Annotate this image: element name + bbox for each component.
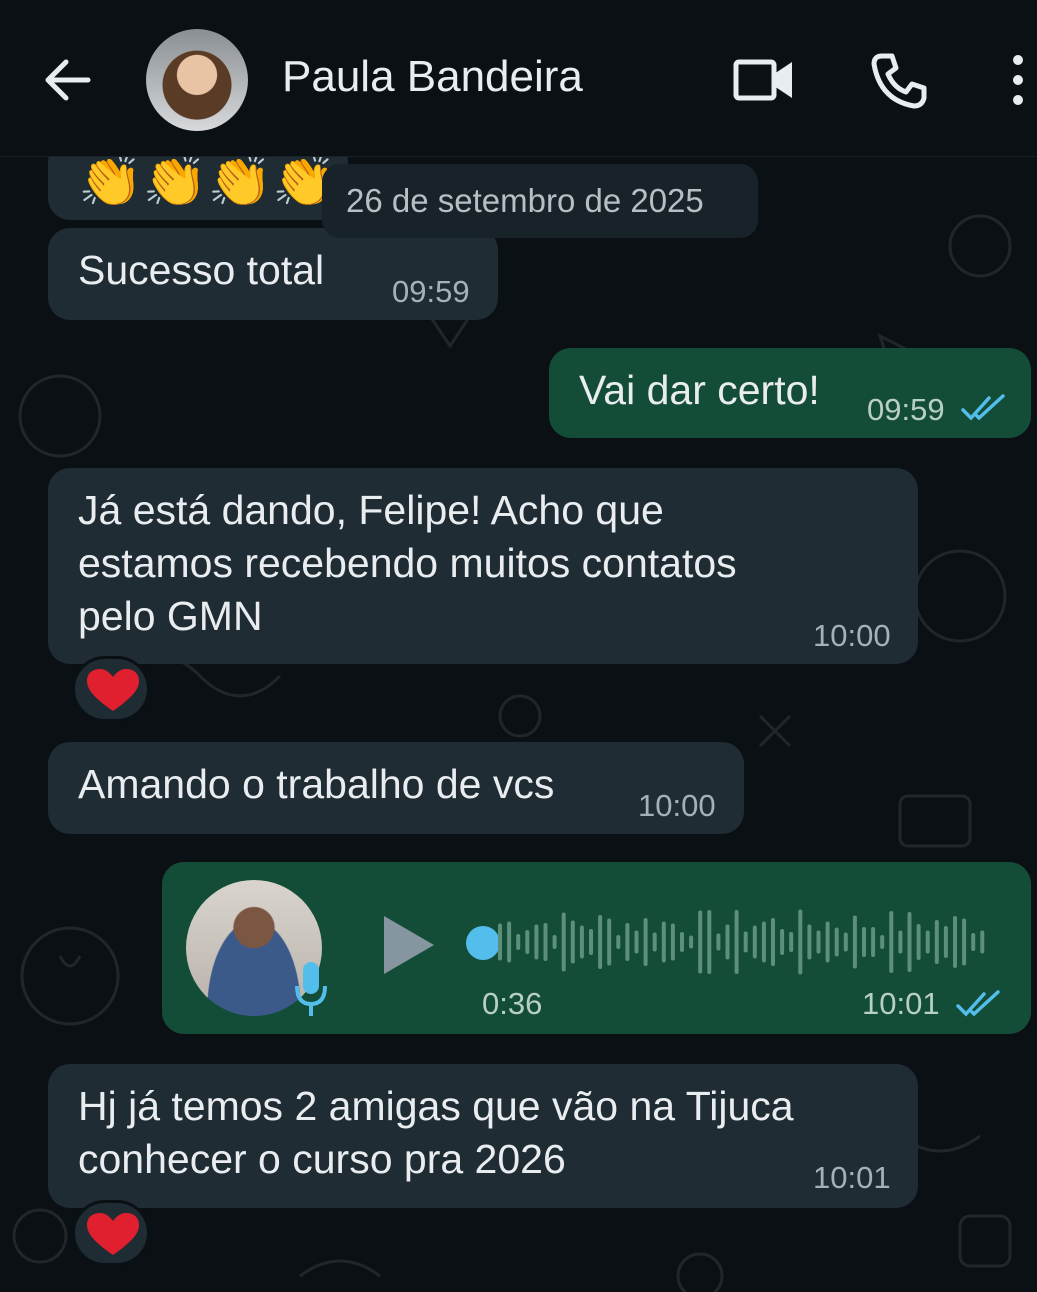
voice-message-bubble[interactable]: 0:36 10:01 — [162, 862, 1031, 1034]
play-icon[interactable] — [380, 912, 438, 978]
read-ticks-icon — [956, 990, 1000, 1017]
chat-header: Paula Bandeira — [0, 0, 1037, 157]
message-time: 10:00 — [813, 618, 891, 653]
date-divider: 26 de setembro de 2025 — [322, 164, 758, 238]
message-text-line: Já está dando, Felipe! Acho que — [78, 487, 664, 533]
video-call-icon[interactable] — [730, 50, 796, 110]
message-time: 10:01 — [813, 1160, 891, 1195]
audio-waveform[interactable] — [496, 906, 996, 978]
message-time: 09:59 — [867, 392, 945, 427]
message-text-line: estamos recebendo muitos contatos — [78, 540, 737, 586]
message-bubble[interactable]: Já está dando, Felipe! Acho que estamos … — [48, 468, 918, 664]
back-arrow-icon[interactable] — [40, 52, 96, 108]
read-ticks-icon — [961, 394, 1005, 421]
message-text: Vai dar certo! — [579, 367, 820, 413]
message-text-line: pelo GMN — [78, 593, 263, 639]
message-bubble[interactable]: Amando o trabalho de vcs 10:00 — [48, 742, 744, 834]
date-divider-label: 26 de setembro de 2025 — [346, 182, 704, 219]
contact-name[interactable]: Paula Bandeira — [282, 52, 583, 102]
message-text-line: Hj já temos 2 amigas que vão na Tijuca — [78, 1083, 794, 1129]
reaction-badge[interactable] — [72, 1200, 150, 1266]
reaction-badge[interactable] — [72, 656, 150, 722]
playback-scrubber[interactable] — [466, 926, 500, 960]
heart-icon — [87, 1213, 139, 1255]
phone-call-icon[interactable] — [868, 50, 930, 110]
message-text-line: conhecer o curso pra 2026 — [78, 1136, 566, 1182]
message-text: Amando o trabalho de vcs — [78, 761, 555, 807]
more-options-icon[interactable] — [1004, 52, 1032, 108]
message-bubble[interactable]: Vai dar certo! 09:59 — [549, 348, 1031, 438]
contact-avatar[interactable] — [146, 29, 248, 131]
message-text: Sucesso total — [78, 247, 325, 293]
message-time: 09:59 — [392, 274, 470, 309]
message-time: 10:01 — [862, 986, 940, 1021]
heart-icon — [87, 669, 139, 711]
message-bubble[interactable]: Hj já temos 2 amigas que vão na Tijuca c… — [48, 1064, 918, 1208]
clapping-hands-emoji: 👏👏👏👏 — [78, 152, 337, 210]
microphone-icon — [295, 962, 327, 1016]
message-time: 10:00 — [638, 788, 716, 823]
voice-duration: 0:36 — [482, 986, 543, 1021]
message-bubble[interactable]: Sucesso total 09:59 — [48, 228, 498, 320]
